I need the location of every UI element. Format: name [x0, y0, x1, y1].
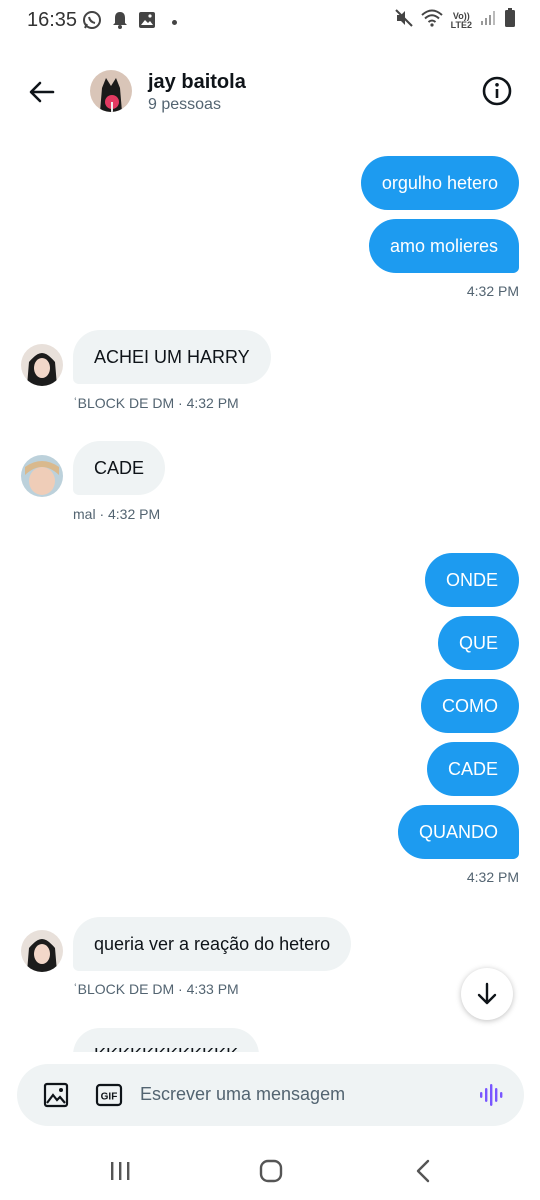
notification-bell-icon	[112, 11, 128, 34]
message-bubble-outgoing[interactable]: COMO	[421, 679, 519, 733]
message-input[interactable]: Escrever uma mensagem	[140, 1084, 345, 1105]
dot-icon	[172, 20, 177, 25]
arrow-down-icon	[477, 982, 497, 1005]
group-avatar[interactable]	[90, 70, 132, 112]
message-bubble-incoming[interactable]: KKKKKKKKKKKK	[73, 1028, 260, 1052]
message-bubble-incoming[interactable]: CADE	[73, 441, 166, 495]
message-bubble-outgoing[interactable]: orgulho hetero	[360, 156, 519, 210]
wifi-icon	[420, 9, 443, 32]
system-back-button[interactable]	[408, 1156, 438, 1186]
mute-icon	[394, 9, 413, 32]
message-bubble-outgoing[interactable]: QUANDO	[397, 805, 519, 859]
message-timestamp: 4:32 PM	[466, 869, 519, 885]
message-sender-time: mal · 4:32 PM	[73, 506, 161, 522]
image-icon[interactable]	[42, 1081, 70, 1109]
info-button[interactable]	[480, 74, 514, 108]
volte-icon: Vo)) LTE2	[450, 10, 472, 30]
whatsapp-icon	[82, 10, 102, 35]
home-icon	[259, 1159, 283, 1183]
status-time: 16:35	[27, 9, 78, 31]
chevron-left-icon	[416, 1159, 430, 1183]
scroll-to-bottom-button[interactable]	[461, 968, 513, 1020]
info-icon	[482, 76, 512, 106]
home-button[interactable]	[256, 1156, 286, 1186]
recent-apps-icon	[111, 1162, 130, 1180]
message-bubble-outgoing[interactable]: ONDE	[424, 553, 519, 607]
sender-avatar[interactable]	[21, 455, 63, 497]
recent-apps-button[interactable]	[105, 1156, 135, 1186]
message-list[interactable]: orgulho hetero amo molieres 4:32 PM ACHE…	[0, 140, 540, 1052]
gallery-icon	[138, 11, 156, 34]
conversation-header: jay baitola 9 pessoas	[0, 60, 540, 124]
signal-icon	[480, 10, 496, 31]
message-bubble-incoming[interactable]: ACHEI UM HARRY	[73, 330, 271, 384]
message-bubble-outgoing[interactable]: CADE	[426, 742, 519, 796]
svg-text:GIF: GIF	[101, 1092, 118, 1103]
message-bubble-outgoing[interactable]: QUE	[437, 616, 519, 670]
sender-avatar[interactable]	[21, 930, 63, 972]
message-bubble-incoming[interactable]: queria ver a reação do hetero	[73, 917, 352, 971]
participants-count[interactable]: 9 pessoas	[148, 96, 221, 114]
battery-icon	[504, 8, 516, 33]
status-bar: 16:35 Vo)) LTE2	[0, 0, 540, 40]
sender-avatar[interactable]	[21, 344, 63, 386]
back-button[interactable]	[24, 74, 60, 110]
system-navigation-bar	[0, 1140, 540, 1200]
message-composer: GIF Escrever uma mensagem	[17, 1064, 524, 1126]
conversation-title[interactable]: jay baitola	[148, 71, 246, 94]
message-sender-time: ʿBLOCK DE DM · 4:32 PM	[73, 395, 239, 411]
voice-message-icon[interactable]	[477, 1081, 505, 1109]
arrow-left-icon	[29, 81, 55, 103]
message-timestamp: 4:32 PM	[466, 283, 519, 299]
message-bubble-outgoing[interactable]: amo molieres	[368, 219, 519, 273]
gif-icon[interactable]: GIF	[94, 1081, 124, 1109]
message-sender-time: ʿBLOCK DE DM · 4:33 PM	[73, 981, 239, 997]
